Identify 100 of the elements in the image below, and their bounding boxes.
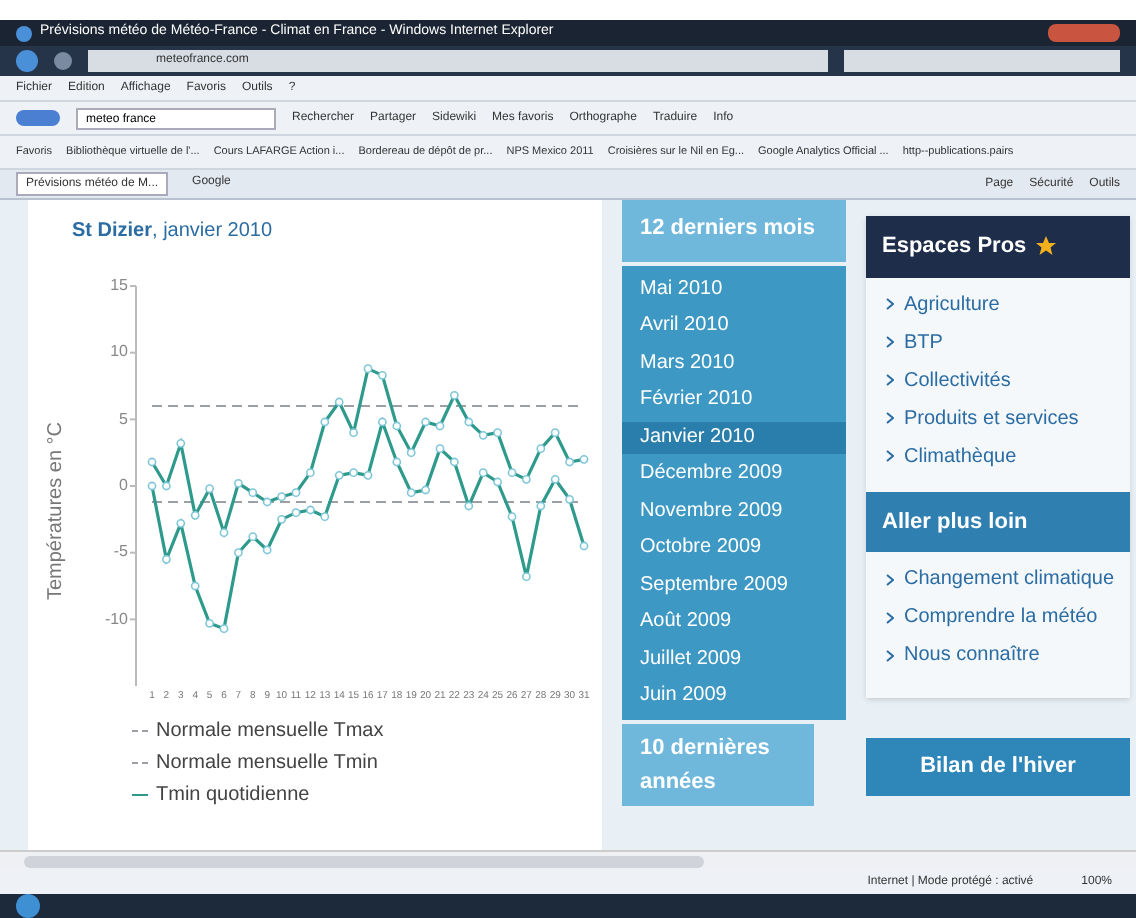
chevron-icon: [886, 611, 894, 623]
data-point: [421, 417, 430, 427]
chevron-icon: [886, 450, 894, 462]
y-tick-label: -5: [111, 544, 128, 561]
data-point: [306, 468, 315, 478]
data-point: [277, 514, 286, 524]
legend-label: Normale mensuelle Tmin: [156, 750, 378, 778]
data-point: [550, 428, 560, 438]
data-point: [522, 474, 531, 484]
data-point: [190, 510, 200, 520]
horizontal-scrollbar[interactable]: [0, 850, 1136, 870]
data-point: [478, 468, 488, 478]
data-point: [392, 457, 402, 467]
sidebar-link[interactable]: Changement climatique: [904, 564, 1115, 594]
y-tick-label: 15: [108, 278, 128, 294]
chevron-icon: [886, 374, 894, 386]
data-point: [536, 444, 546, 454]
y-tick-label: -10: [102, 611, 128, 628]
data-point: [363, 470, 373, 480]
data-point: [464, 501, 474, 511]
data-point: [334, 397, 344, 407]
data-point: [450, 390, 459, 400]
data-point: [234, 478, 243, 488]
data-point: [205, 618, 214, 628]
data-point: [162, 554, 171, 564]
sidebar-link[interactable]: Climathèque: [904, 441, 1017, 471]
sidebar-link[interactable]: Produits et services: [904, 403, 1079, 433]
data-point: [234, 548, 243, 558]
search-field[interactable]: [844, 50, 1120, 72]
sidebar-link[interactable]: Collectivités: [904, 365, 1011, 395]
data-point: [550, 474, 560, 484]
data-point: [507, 468, 517, 478]
chart-title: St Dizier, janvier 2010: [70, 218, 275, 246]
data-point: [450, 457, 459, 467]
y-tick-label: 5: [117, 411, 128, 428]
data-point: [320, 417, 330, 427]
data-point: [435, 421, 445, 431]
data-point: [378, 370, 387, 380]
bilan-button[interactable]: Bilan de l'hiver: [866, 738, 1130, 795]
data-point: [579, 454, 589, 464]
data-point: [205, 484, 214, 494]
chevron-icon: [886, 649, 894, 661]
data-point: [363, 364, 373, 374]
data-point: [176, 518, 186, 528]
data-point: [536, 501, 546, 511]
data-point: [464, 417, 474, 427]
y-tick-label: 0: [117, 478, 128, 494]
data-point: [406, 488, 416, 498]
data-point: [320, 512, 330, 522]
data-point: [248, 488, 258, 498]
star-icon: [1034, 234, 1059, 259]
chevron-icon: [886, 573, 894, 585]
month-link[interactable]: Janvier 2010: [622, 421, 846, 453]
data-point: [248, 532, 258, 542]
browser-icon: [16, 25, 32, 41]
data-point: [493, 477, 502, 487]
sidebar-link[interactable]: Comprendre la météo: [904, 602, 1098, 632]
data-point: [277, 492, 286, 502]
data-point: [176, 438, 186, 448]
data-point: [162, 481, 171, 491]
data-point: [435, 444, 445, 454]
data-point: [406, 448, 416, 458]
data-point: [565, 457, 574, 467]
chevron-icon: [886, 412, 894, 424]
y-axis-title: Températures en °C: [43, 419, 69, 605]
legend-line-icon: [132, 762, 148, 764]
data-point: [219, 624, 229, 634]
data-point: [334, 470, 344, 480]
data-point: [219, 528, 229, 538]
legend-line-icon: [132, 794, 148, 796]
chevron-icon: [886, 298, 894, 310]
back-icon[interactable]: [16, 50, 38, 72]
data-point: [493, 428, 502, 438]
data-point: [565, 494, 574, 504]
forward-icon[interactable]: [54, 52, 72, 70]
section-title: Espaces Pros: [882, 232, 1027, 262]
chevron-icon: [886, 336, 894, 348]
data-point: [478, 430, 488, 440]
legend-line-icon: [132, 730, 148, 732]
sidebar-link[interactable]: Agriculture: [904, 289, 1000, 319]
window-controls-icon[interactable]: [1048, 24, 1120, 42]
data-point: [522, 572, 531, 582]
data-point: [262, 497, 272, 507]
legend-label: Normale mensuelle Tmax: [156, 718, 384, 746]
data-point: [349, 428, 358, 438]
data-point: [262, 545, 272, 555]
data-point: [190, 581, 200, 591]
months-header: 12 derniers mois: [622, 200, 846, 261]
data-point: [392, 421, 402, 431]
section-header: Aller plus loin: [866, 491, 1130, 552]
data-point: [291, 508, 301, 518]
start-button[interactable]: [16, 894, 40, 918]
data-point: [306, 505, 315, 515]
data-point: [579, 541, 589, 551]
sidebar-link[interactable]: Nous connaître: [904, 640, 1040, 670]
sidebar-link[interactable]: BTP: [904, 327, 943, 357]
data-point: [421, 485, 430, 495]
data-point: [378, 417, 387, 427]
data-point: [291, 488, 301, 498]
data-point: [147, 481, 157, 491]
